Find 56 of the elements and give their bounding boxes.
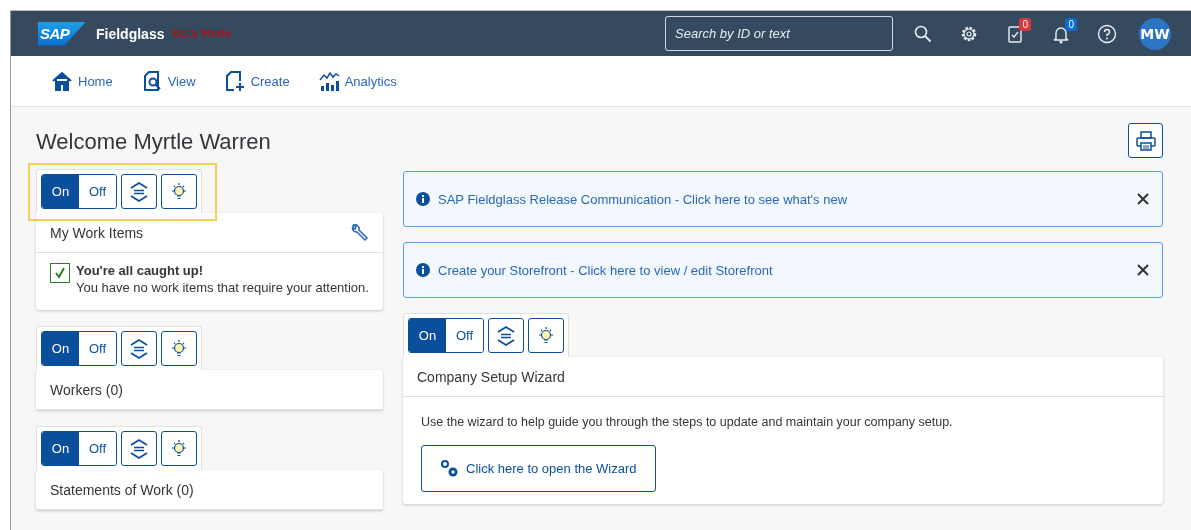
status-message: You have no work items that require your attention.: [76, 279, 369, 297]
tip-button[interactable]: [161, 331, 197, 366]
clipboard-icon: [1006, 23, 1024, 44]
print-button[interactable]: [1128, 123, 1163, 158]
close-icon: [1136, 263, 1150, 277]
chart-icon: [317, 70, 340, 92]
collapse-button[interactable]: [121, 431, 157, 466]
status-heading: You're all caught up!: [76, 263, 205, 278]
user-avatar[interactable]: MW: [1139, 17, 1171, 50]
toggle-option[interactable]: On: [42, 432, 79, 465]
toggle-option[interactable]: On: [409, 319, 446, 352]
nav-link[interactable]: View: [140, 70, 196, 92]
info-icon: [416, 263, 430, 277]
help-icon: [1097, 23, 1117, 44]
widget-title: My Work Items: [50, 224, 144, 241]
info-icon: [416, 192, 430, 206]
collapse-button[interactable]: [488, 318, 524, 353]
widget-title: Workers (0): [50, 381, 123, 398]
collapse-icon: [128, 180, 150, 203]
tip-button[interactable]: [161, 431, 197, 466]
checkmark-icon: [50, 263, 70, 283]
open-wizard-button[interactable]: Click here to open the Wizard: [421, 445, 656, 492]
tip-button[interactable]: [528, 318, 564, 353]
close-button[interactable]: [1136, 192, 1150, 206]
wrench-icon[interactable]: [349, 222, 369, 243]
collapse-button[interactable]: [121, 331, 157, 366]
welcome-title: Welcome Myrtle Warren: [36, 129, 272, 155]
collapse-button[interactable]: [121, 174, 157, 209]
toggle-option[interactable]: On: [42, 332, 79, 365]
toggle-option[interactable]: On: [42, 175, 79, 208]
count-badge: 0: [1065, 17, 1077, 31]
notifications-button[interactable]: 0: [1045, 17, 1077, 50]
nav-link[interactable]: Create: [223, 70, 290, 92]
home-icon: [51, 70, 73, 92]
widget-title: Statements of Work (0): [50, 481, 194, 498]
widget-title: Company Setup Wizard: [417, 368, 565, 385]
collapse-icon: [128, 337, 150, 360]
search-field[interactable]: Search by ID or text: [665, 16, 893, 51]
product-name: Fieldglass: [96, 25, 165, 42]
search-icon: [914, 24, 932, 43]
tip-button[interactable]: [161, 174, 197, 209]
logo: SAP: [38, 21, 86, 46]
nav-link[interactable]: Home: [51, 70, 113, 92]
count-badge: 0: [1019, 17, 1031, 31]
banner-link[interactable]: SAP Fieldglass Release Communication - Click here to see what's new: [438, 191, 1128, 207]
banner-link[interactable]: Create your Storefront - Click here to view / edit Storefront: [438, 262, 1128, 278]
collapse-icon: [128, 437, 150, 460]
nav-link[interactable]: Analytics: [317, 70, 397, 92]
mode-label: Beta Mode: [172, 27, 232, 40]
document-add-icon: [223, 70, 246, 92]
wizard-description: Use the wizard to help guide you through the steps to update and maintain your company setup.: [421, 415, 954, 429]
close-button[interactable]: [1136, 263, 1150, 277]
printer-icon: [1134, 129, 1157, 152]
tasks-button[interactable]: 0: [999, 17, 1031, 50]
close-icon: [1136, 192, 1150, 206]
collapse-icon: [495, 324, 517, 347]
